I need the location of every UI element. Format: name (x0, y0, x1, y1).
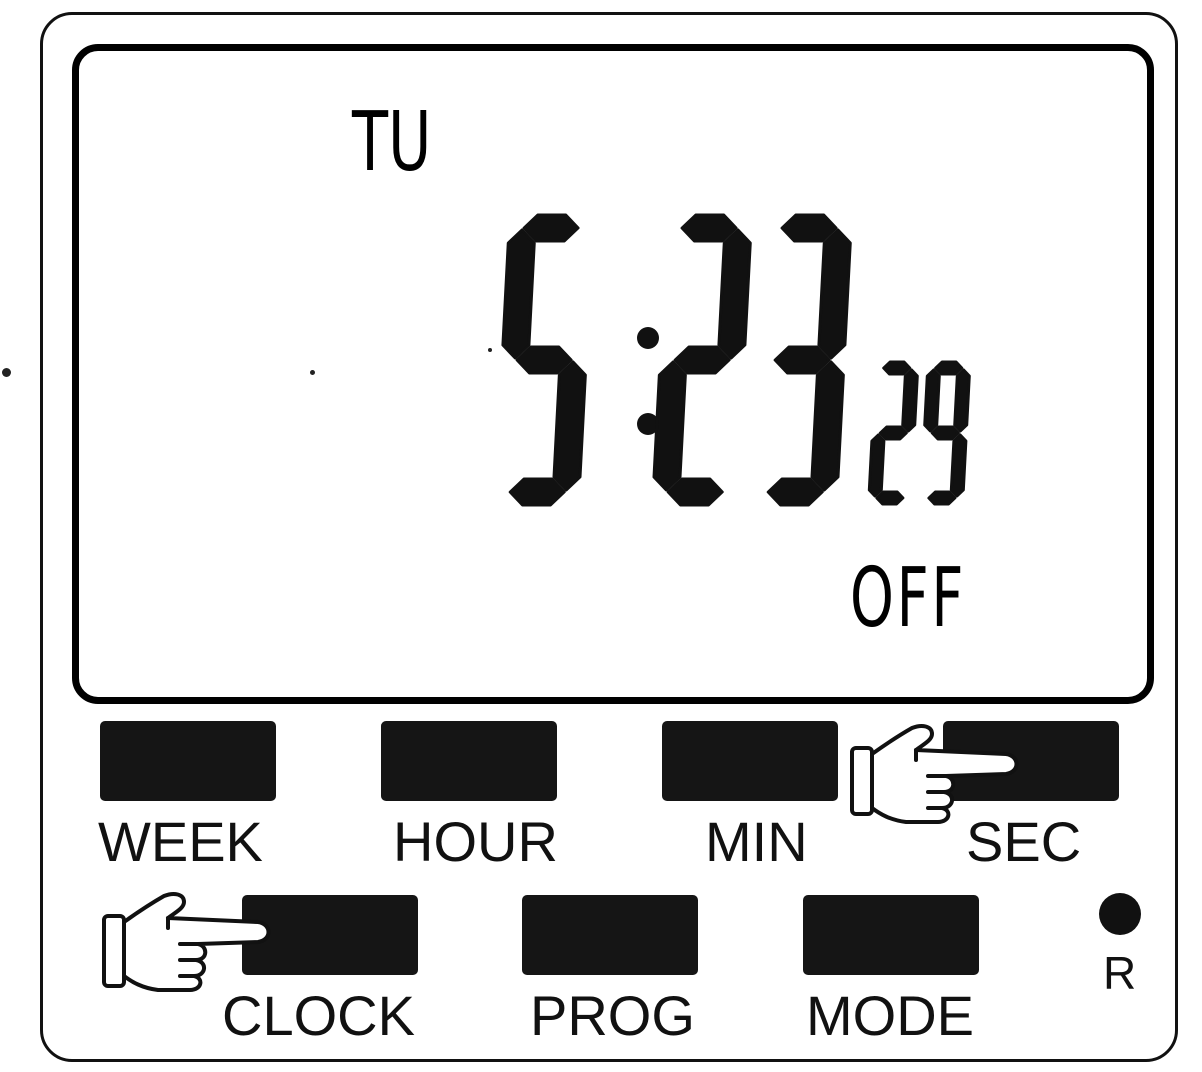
status-display: OFF (850, 551, 967, 646)
reset-label: R (1103, 947, 1137, 999)
min-button[interactable] (662, 721, 838, 801)
pointing-hand-icon (102, 892, 271, 992)
margin-dot (2, 368, 11, 377)
prog-button[interactable] (522, 895, 698, 975)
reset-button[interactable] (1099, 893, 1141, 935)
hour-button[interactable] (381, 721, 557, 801)
hour-label: HOUR (393, 810, 558, 873)
margin-dot (310, 370, 315, 375)
lcd-screen (72, 44, 1154, 704)
mode-label: MODE (806, 984, 974, 1047)
prog-label: PROG (530, 984, 695, 1047)
day-of-week-display: TU (352, 95, 432, 190)
min-label: MIN (705, 810, 808, 873)
week-label: WEEK (98, 810, 263, 873)
week-button[interactable] (100, 721, 276, 801)
mode-button[interactable] (803, 895, 979, 975)
pointing-hand-icon (850, 724, 1019, 824)
margin-dot (488, 348, 492, 352)
